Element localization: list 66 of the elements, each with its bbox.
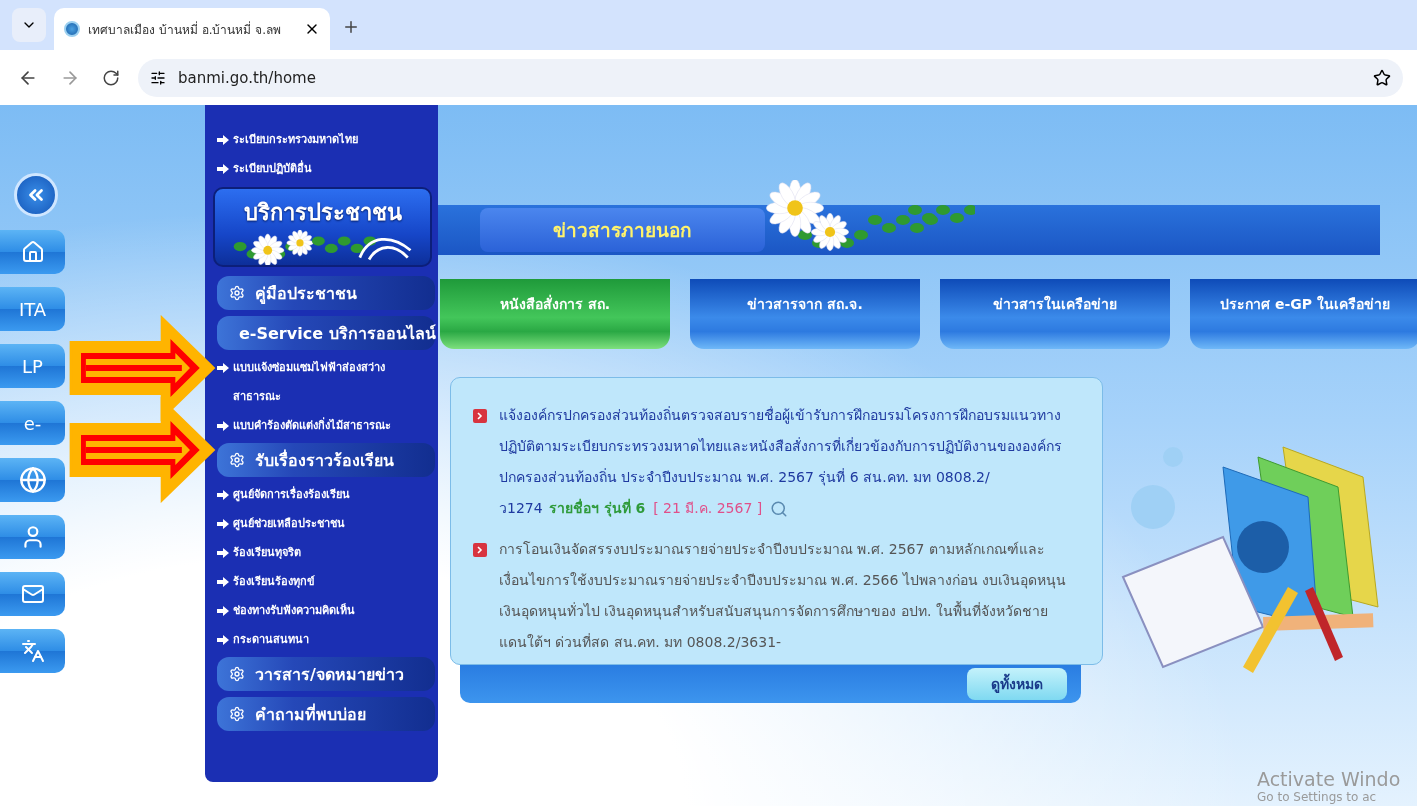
news-date: [ 21 มี.ค. 2567 ]: [653, 500, 763, 516]
news-tab[interactable]: ข่าวสารจาก สถ.จ.: [690, 279, 920, 349]
shortcut-button[interactable]: LP: [0, 344, 65, 388]
arrow-icon: [217, 490, 229, 500]
arrow-icon: [217, 363, 229, 373]
gear-icon: [229, 452, 245, 468]
bullet-icon: [473, 409, 487, 423]
arrow-icon: [217, 519, 229, 529]
shortcut-button[interactable]: [0, 572, 65, 616]
sidebar-link[interactable]: ระเบียบกระทรวงมหาดไทย: [217, 125, 417, 154]
sidebar-link[interactable]: ระเบียบปฏิบัติอื่น: [217, 154, 417, 183]
news-tab[interactable]: ข่าวสารในเครือข่าย: [940, 279, 1170, 349]
sidebar-link[interactable]: ช่องทางรับฟังความคิดเห็น: [217, 596, 417, 625]
tab-list-button[interactable]: [12, 8, 46, 42]
shortcut-button[interactable]: ITA: [0, 287, 65, 331]
arrow-icon: [217, 135, 229, 145]
sidebar-section[interactable]: คู่มือประชาชน: [217, 276, 435, 310]
sidebar-link[interactable]: ร้องเรียนทุจริต: [217, 538, 417, 567]
sidebar-section[interactable]: e-Service บริการออนไลน์: [217, 316, 435, 350]
reload-icon: [102, 68, 120, 87]
bookmark-star-icon[interactable]: [1373, 68, 1391, 87]
sidebar-section[interactable]: รับเรื่องราวร้องเรียน: [217, 443, 435, 477]
banner-title: บริการประชาชน: [243, 199, 402, 227]
site-favicon-icon: [64, 21, 80, 37]
news-text: แจ้งองค์กรปกครองส่วนท้องถิ่นตรวจสอบรายชื่อผู้เข้ารับการฝึกอบรมโครงการฝึกอบรมแนวทางปฏิบัติตามระเบียบกระทรวงมหาดไทยและหนังสือสั่งการที่เกี่ยวข้องกับการปฏิบัติงานขององค์กรปกครองส่วนท้องถิ่น ประจำปีงบประมาณ พ.ศ. 2567 รุ่นที่ 6 สน.คท. มท 0808.2/ว1274 รายชื่อฯ รุ่นที่ 6 [ 21 มี.ค. 2567 ]: [499, 405, 1063, 520]
sidebar-link[interactable]: กระดานสนทนา: [217, 625, 417, 654]
gear-icon: [229, 285, 245, 301]
plus-icon: [342, 18, 360, 36]
shortcut-button[interactable]: [0, 458, 65, 502]
activation-notice-text: Go to Settings to ac: [1257, 790, 1378, 804]
translate-icon: [20, 639, 45, 663]
collapse-button[interactable]: [14, 173, 58, 217]
globe-icon: [18, 466, 47, 494]
sidebar-link[interactable]: ศูนย์ช่วยเหลือประชาชน: [217, 509, 417, 538]
search-icon[interactable]: [770, 500, 789, 518]
mail-icon: [20, 582, 45, 606]
section-title: ข่าวสารภายนอก: [480, 208, 765, 252]
shortcut-button[interactable]: [0, 629, 65, 673]
arrow-icon: [217, 164, 229, 174]
arrow-icon: [217, 577, 229, 587]
sidebar-link[interactable]: แบบแจ้งซ่อมแซมไฟฟ้าส่องสว่างสาธารณะ: [217, 353, 417, 411]
arrow-icon: [217, 635, 229, 645]
url-text: banmi.go.th/home: [178, 68, 317, 87]
view-all-button[interactable]: ดูทั้งหมด: [967, 668, 1067, 700]
news-tab[interactable]: ประกาศ e-GP ในเครือข่าย: [1190, 279, 1417, 349]
sidebar-section[interactable]: วารสาร/จดหมายข่าว: [217, 657, 435, 691]
address-bar[interactable]: banmi.go.th/home: [138, 58, 1403, 97]
bullet-icon: [473, 543, 487, 557]
shortcut-button[interactable]: [0, 230, 65, 274]
sidebar-link[interactable]: ร้องเรียนร้องทุกข์: [217, 567, 417, 596]
arrow-icon: [217, 548, 229, 558]
shortcut-button[interactable]: [0, 515, 65, 559]
shortcut-button[interactable]: e-: [0, 401, 65, 445]
browser-tab[interactable]: เทศบาลเมือง บ้านหมี่ อ.บ้านหมี่ จ.ลพ: [54, 8, 330, 50]
sidebar-link[interactable]: แบบคำร้องตัดแต่งกิ่งไม้สาธารณะ: [217, 411, 417, 440]
site-info-icon[interactable]: [150, 69, 166, 86]
arrow-icon: [217, 606, 229, 616]
activation-notice-title: Activate Windo: [1257, 768, 1402, 790]
arrow-icon: [217, 421, 229, 431]
sidebar-section[interactable]: คำถามที่พบบ่อย: [217, 697, 435, 731]
gear-icon: [229, 706, 245, 722]
news-text: การโอนเงินจัดสรรงบประมาณรายจ่ายประจำปีงบประมาณ พ.ศ. 2567 ตามหลักเกณฑ์และเงื่อนไขการใช้งบประมาณรายจ่ายประจำปีงบประมาณ พ.ศ. 2566 ไปพลางก่อน งบเงินอุดหนุน เงินอุดหนุนทั่วไป เงินอุดหนุนสำหรับสนับสนุนการจัดการศึกษาของ อปท. ในพื้นที่จังหวัดชายแดนใต้ฯ ด่วนที่สด สน.คท. มท 0808.2/3631-: [499, 540, 1068, 652]
gear-icon: [229, 666, 245, 682]
home-icon: [20, 240, 45, 264]
sidebar-link[interactable]: ศูนย์จัดการเรื่องร้องเรียน: [217, 480, 417, 509]
tab-title: เทศบาลเมือง บ้านหมี่ อ.บ้านหมี่ จ.ลพ: [88, 20, 283, 39]
